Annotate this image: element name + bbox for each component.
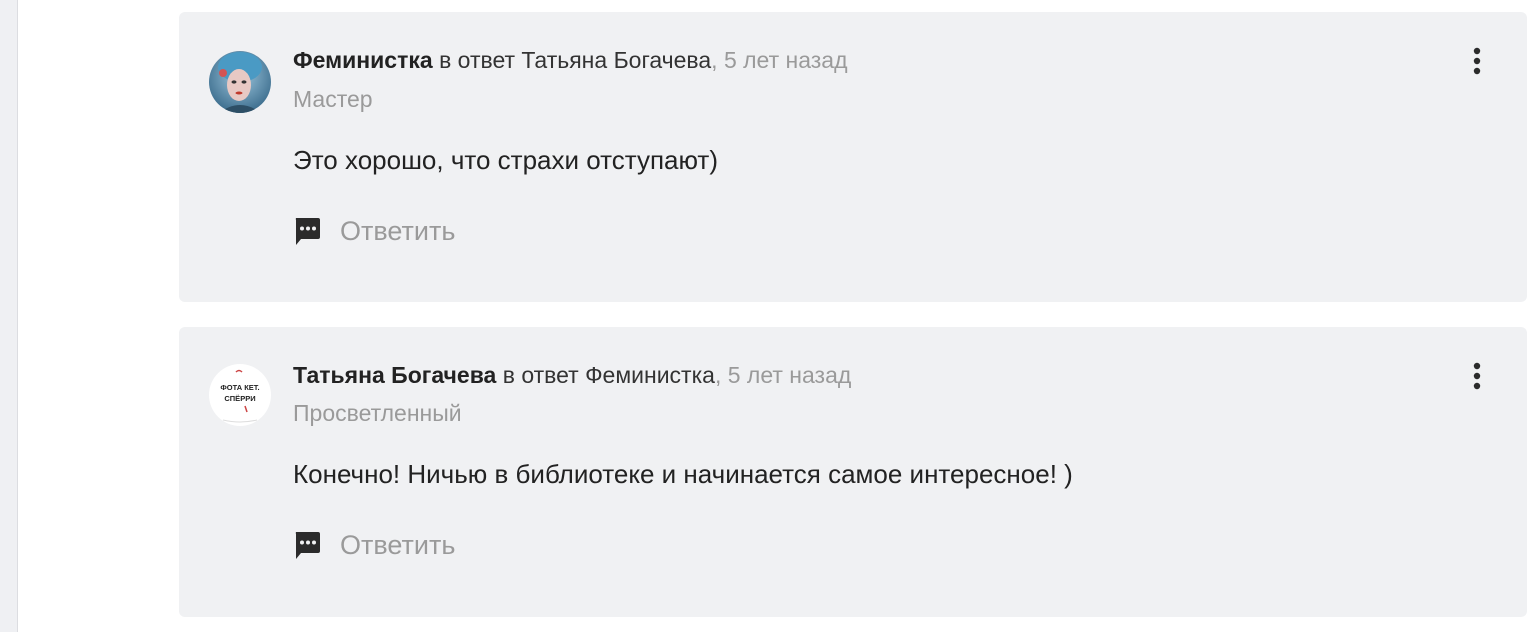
svg-text:СПЁРРИ: СПЁРРИ <box>224 394 255 403</box>
chat-bubble-icon <box>293 217 323 247</box>
reply-button[interactable]: Ответить <box>293 530 455 561</box>
reply-button[interactable]: Ответить <box>293 216 455 247</box>
svg-text:ФОТА КЕТ.: ФОТА КЕТ. <box>220 383 259 392</box>
timestamp: 5 лет назад <box>723 47 848 73</box>
more-options-button[interactable] <box>1467 46 1487 80</box>
user-avatar-portrait-icon <box>209 51 271 113</box>
author-name[interactable]: Феминистка <box>293 47 433 73</box>
comment-text: Конечно! Ничью в библиотеке и начинается… <box>293 459 1073 489</box>
more-vertical-icon <box>1473 362 1481 390</box>
reply-to-name[interactable]: Татьяна Богачева <box>521 47 711 73</box>
author-name[interactable]: Татьяна Богачева <box>293 362 496 388</box>
separator: , <box>711 47 718 73</box>
reply-prefix: в ответ <box>439 47 516 73</box>
separator: , <box>714 362 722 388</box>
user-avatar-logo-icon: ФОТА КЕТ. СПЁРРИ <box>209 364 271 426</box>
more-options-button[interactable] <box>1467 361 1487 395</box>
timestamp: 5 лет назад <box>727 362 852 388</box>
reply-to-name[interactable]: Феминистка <box>585 362 715 388</box>
user-rank: Просветленный <box>293 400 462 426</box>
reply-label: Ответить <box>340 216 456 246</box>
user-rank: Мастер <box>293 86 373 112</box>
chat-bubble-icon <box>293 531 323 561</box>
comment-card: Феминистка в ответ Татьяна Богачева, 5 л… <box>179 12 1527 302</box>
reply-label: Ответить <box>340 530 456 560</box>
comment-text: Это хорошо, что страхи отступают) <box>293 145 719 175</box>
reply-prefix: в ответ <box>502 362 579 388</box>
comment-meta: Феминистка в ответ Татьяна Богачева, 5 л… <box>293 47 847 74</box>
left-rail <box>0 0 18 632</box>
more-vertical-icon <box>1473 47 1481 75</box>
avatar[interactable]: ФОТА КЕТ. СПЁРРИ <box>209 364 271 426</box>
avatar[interactable] <box>209 51 271 113</box>
comment-card: ФОТА КЕТ. СПЁРРИ Татьяна Богачева в отве… <box>179 327 1527 617</box>
comment-meta: Татьяна Богачева в ответ Феминистка, 5 л… <box>293 362 851 389</box>
